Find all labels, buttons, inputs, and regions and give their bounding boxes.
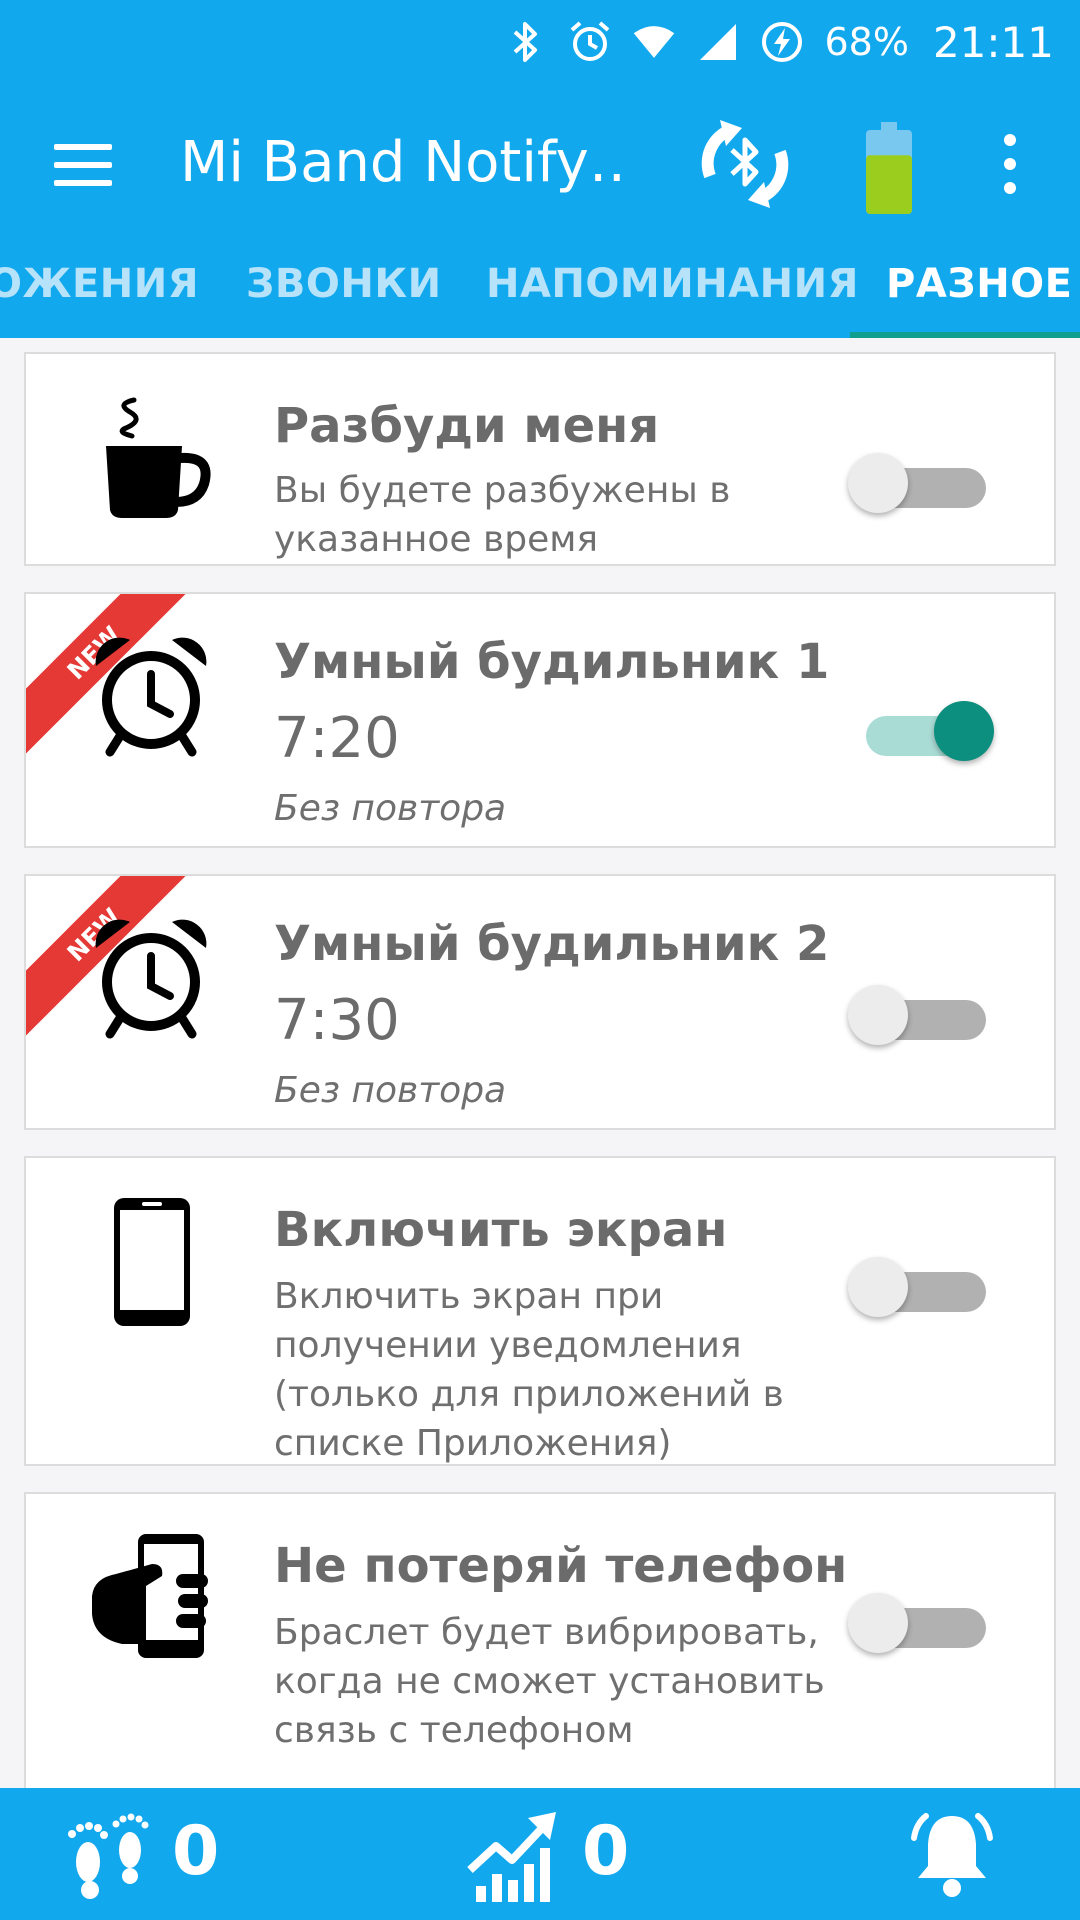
alarm-repeat: Без повтора <box>274 788 507 829</box>
card-title: Включить экран <box>274 1202 728 1258</box>
hand-phone-icon <box>86 1534 216 1664</box>
battery-percent: 68% <box>824 20 909 64</box>
clock-time: 21:11 <box>932 17 1054 67</box>
toggle-switch[interactable] <box>846 448 996 518</box>
coffee-cup-icon <box>86 394 216 524</box>
smartphone-icon <box>86 1198 216 1328</box>
bluetooth-sync-icon <box>701 120 789 208</box>
card-title: Не потеряй телефон <box>274 1538 848 1594</box>
activity-count: 0 <box>582 1812 630 1891</box>
alarm-icon <box>568 20 612 64</box>
app-screen: 68% 21:11 Mi Band Notify… ОЖЕНИЯ ЗВОНКИ … <box>0 0 1080 1920</box>
bell-icon[interactable] <box>904 1808 1000 1904</box>
toggle-switch[interactable] <box>846 980 996 1050</box>
tab-notifications[interactable]: ОЖЕНИЯ <box>0 244 199 324</box>
card-description: Вы будете разбужены в указанное время <box>274 470 731 560</box>
card-smart-alarm-2[interactable]: NEW Умный будильник 2 7:30 Без повтора <box>24 874 1056 1130</box>
menu-icon <box>54 144 112 150</box>
card-title: Умный будильник 1 <box>274 634 830 690</box>
band-battery-icon[interactable] <box>866 122 912 214</box>
charging-icon <box>760 20 804 64</box>
tab-bar: ОЖЕНИЯ ЗВОНКИ НАПОМИНАНИЯ РАЗНОЕ <box>0 230 1080 338</box>
alarm-clock-icon <box>86 630 216 760</box>
status-bar: 68% 21:11 <box>0 0 1080 84</box>
tab-calls[interactable]: ЗВОНКИ <box>246 244 442 324</box>
settings-list: Разбуди меня Вы будете разбужены в указа… <box>0 338 1080 1788</box>
tab-misc[interactable]: РАЗНОЕ <box>886 244 1073 324</box>
card-description: Браслет будет вибрировать, когда не смож… <box>274 1612 825 1751</box>
bluetooth-icon <box>504 20 548 64</box>
tab-reminders[interactable]: НАПОМИНАНИЯ <box>486 244 859 324</box>
card-description: Включить экран при получении уведомления… <box>274 1276 784 1464</box>
card-title: Умный будильник 2 <box>274 916 830 972</box>
footprints-icon[interactable] <box>60 1808 156 1904</box>
alarm-time: 7:30 <box>274 988 400 1053</box>
toggle-switch[interactable] <box>846 1252 996 1322</box>
more-vertical-icon <box>1004 134 1016 146</box>
alarm-clock-icon <box>86 912 216 1042</box>
bluetooth-sync-button[interactable] <box>690 114 800 214</box>
toggle-switch[interactable] <box>846 696 996 766</box>
card-smart-alarm-1[interactable]: NEW Умный будильник 1 7:20 Без повтора <box>24 592 1056 848</box>
steps-count: 0 <box>172 1812 220 1891</box>
chart-up-icon[interactable] <box>466 1808 562 1904</box>
alarm-repeat: Без повтора <box>274 1070 507 1111</box>
card-turn-on-screen[interactable]: Включить экран Включить экран при получе… <box>24 1156 1056 1466</box>
card-title: Разбуди меня <box>274 398 660 454</box>
card-dont-lose-phone[interactable]: Не потеряй телефон Браслет будет вибриро… <box>24 1492 1056 1788</box>
app-title: Mi Band Notify… <box>180 130 620 195</box>
wifi-icon <box>632 20 676 64</box>
toggle-switch[interactable] <box>846 1588 996 1658</box>
alarm-time: 7:20 <box>274 706 400 771</box>
bottom-bar: 0 0 <box>0 1788 1080 1920</box>
hamburger-menu-button[interactable] <box>54 136 114 196</box>
card-wake-me[interactable]: Разбуди меня Вы будете разбужены в указа… <box>24 352 1056 566</box>
overflow-menu-button[interactable] <box>990 114 1030 214</box>
signal-icon <box>696 20 740 64</box>
